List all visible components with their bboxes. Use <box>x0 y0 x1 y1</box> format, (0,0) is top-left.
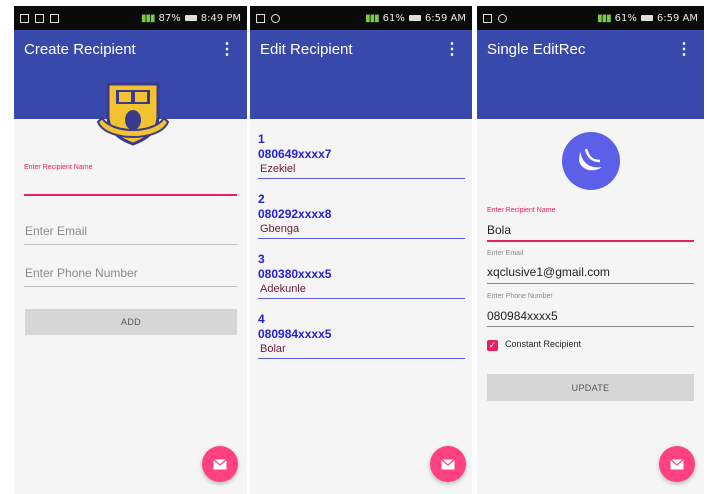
overflow-menu-icon[interactable]: ⋮ <box>674 39 694 59</box>
clock: 6:59 AM <box>656 12 698 24</box>
recipient-index: 2 <box>258 192 265 206</box>
recipient-name-input[interactable] <box>24 194 237 196</box>
image-icon <box>256 13 265 23</box>
status-bar: ▮▮▮ 61% 6:59 AM <box>477 6 704 30</box>
overflow-menu-icon[interactable]: ⋮ <box>217 39 237 59</box>
battery-percent: 87% <box>158 12 181 24</box>
email-input[interactable]: Enter Email <box>25 224 87 238</box>
sim-icon <box>35 13 44 23</box>
header-band <box>477 68 704 119</box>
clock: 8:49 PM <box>200 12 241 24</box>
constant-recipient-checkbox[interactable]: ✓ <box>487 340 498 351</box>
recipient-name: Bolar <box>260 343 286 355</box>
recipient-name-label: Enter Recipient Name <box>487 207 556 214</box>
recipient-name-label: Enter Recipient Name <box>24 164 93 171</box>
item-divider <box>258 238 465 239</box>
email-input[interactable]: xqclusive1@gmail.com <box>487 265 610 279</box>
recipient-name: Adekunle <box>260 283 306 295</box>
university-crest-logo <box>96 82 170 146</box>
recipient-name-input[interactable]: Bola <box>487 223 511 237</box>
recipient-index: 4 <box>258 312 265 326</box>
send-mail-fab[interactable] <box>659 446 695 482</box>
signal-icon: ▮▮▮ <box>140 12 155 24</box>
page-title: Create Recipient <box>24 40 136 58</box>
recipient-phone: 080649xxxx7 <box>258 147 332 161</box>
recipient-phone: 080984xxxx5 <box>258 327 332 341</box>
mail-icon <box>670 458 684 469</box>
phone-input[interactable]: Enter Phone Number <box>25 266 138 280</box>
phone-input-underline <box>24 286 237 287</box>
list-item[interactable]: 2 080292xxxx8 Gbenga <box>258 192 465 239</box>
settings-icon <box>271 13 280 23</box>
status-bar: ▮▮▮ 87% 8:49 PM <box>14 6 247 30</box>
email-underline <box>487 283 694 284</box>
battery-percent: 61% <box>614 12 637 24</box>
recipient-name-underline <box>487 240 694 242</box>
phone-input[interactable]: 080984xxxx5 <box>487 309 558 323</box>
item-divider <box>258 178 465 179</box>
status-bar: ▮▮▮ 61% 6:59 AM <box>250 6 472 30</box>
list-item[interactable]: 3 080380xxxx5 Adekunle <box>258 252 465 299</box>
settings-icon <box>498 13 507 23</box>
update-button[interactable]: UPDATE <box>487 374 694 401</box>
list-item[interactable]: 1 080649xxxx7 Ezekiel <box>258 132 465 179</box>
email-label: Enter Email <box>487 250 524 257</box>
add-button[interactable]: ADD <box>25 309 237 335</box>
email-input-underline <box>24 244 237 245</box>
item-divider <box>258 358 465 359</box>
list-item[interactable]: 4 080984xxxx5 Bolar <box>258 312 465 359</box>
constant-recipient-label: Constant Recipient <box>505 339 582 349</box>
recipient-index: 3 <box>258 252 265 266</box>
item-divider <box>258 298 465 299</box>
send-mail-fab[interactable] <box>202 446 238 482</box>
image-icon <box>20 13 29 23</box>
page-title: Edit Recipient <box>260 40 353 58</box>
page-title: Single EditRec <box>487 40 586 58</box>
battery-icon <box>408 15 421 21</box>
app-bar: Single EditRec ⋮ <box>477 30 704 68</box>
signal-icon: ▮▮▮ <box>365 12 379 24</box>
recipient-name: Gbenga <box>260 223 300 235</box>
battery-percent: 61% <box>382 12 405 24</box>
battery-icon <box>184 15 197 21</box>
overflow-menu-icon[interactable]: ⋮ <box>442 39 462 59</box>
mail-icon <box>441 458 455 469</box>
app-bar: Edit Recipient ⋮ <box>250 30 472 68</box>
recipient-phone: 080292xxxx8 <box>258 207 332 221</box>
header-band <box>250 68 472 119</box>
recipient-index: 1 <box>258 132 265 146</box>
send-mail-fab[interactable] <box>430 446 466 482</box>
signal-icon: ▮▮▮ <box>597 12 611 24</box>
phone-label: Enter Phone Number <box>487 293 553 300</box>
mail-icon <box>213 458 227 469</box>
app-logo-icon <box>562 132 620 190</box>
app-bar: Create Recipient ⋮ <box>14 30 247 68</box>
clock: 6:59 AM <box>424 12 466 24</box>
edit-recipient-screen: ▮▮▮ 61% 6:59 AM Edit Recipient ⋮ 1 08064… <box>250 6 472 494</box>
recipient-name: Ezekiel <box>260 163 296 175</box>
battery-icon <box>640 15 653 21</box>
image-icon <box>483 13 492 23</box>
bbm-icon <box>50 13 59 23</box>
phone-underline <box>487 326 694 327</box>
create-recipient-screen: ▮▮▮ 87% 8:49 PM Create Recipient ⋮ Enter… <box>14 6 247 494</box>
recipient-phone: 080380xxxx5 <box>258 267 332 281</box>
single-edit-screen: ▮▮▮ 61% 6:59 AM Single EditRec ⋮ Enter R… <box>477 6 704 494</box>
